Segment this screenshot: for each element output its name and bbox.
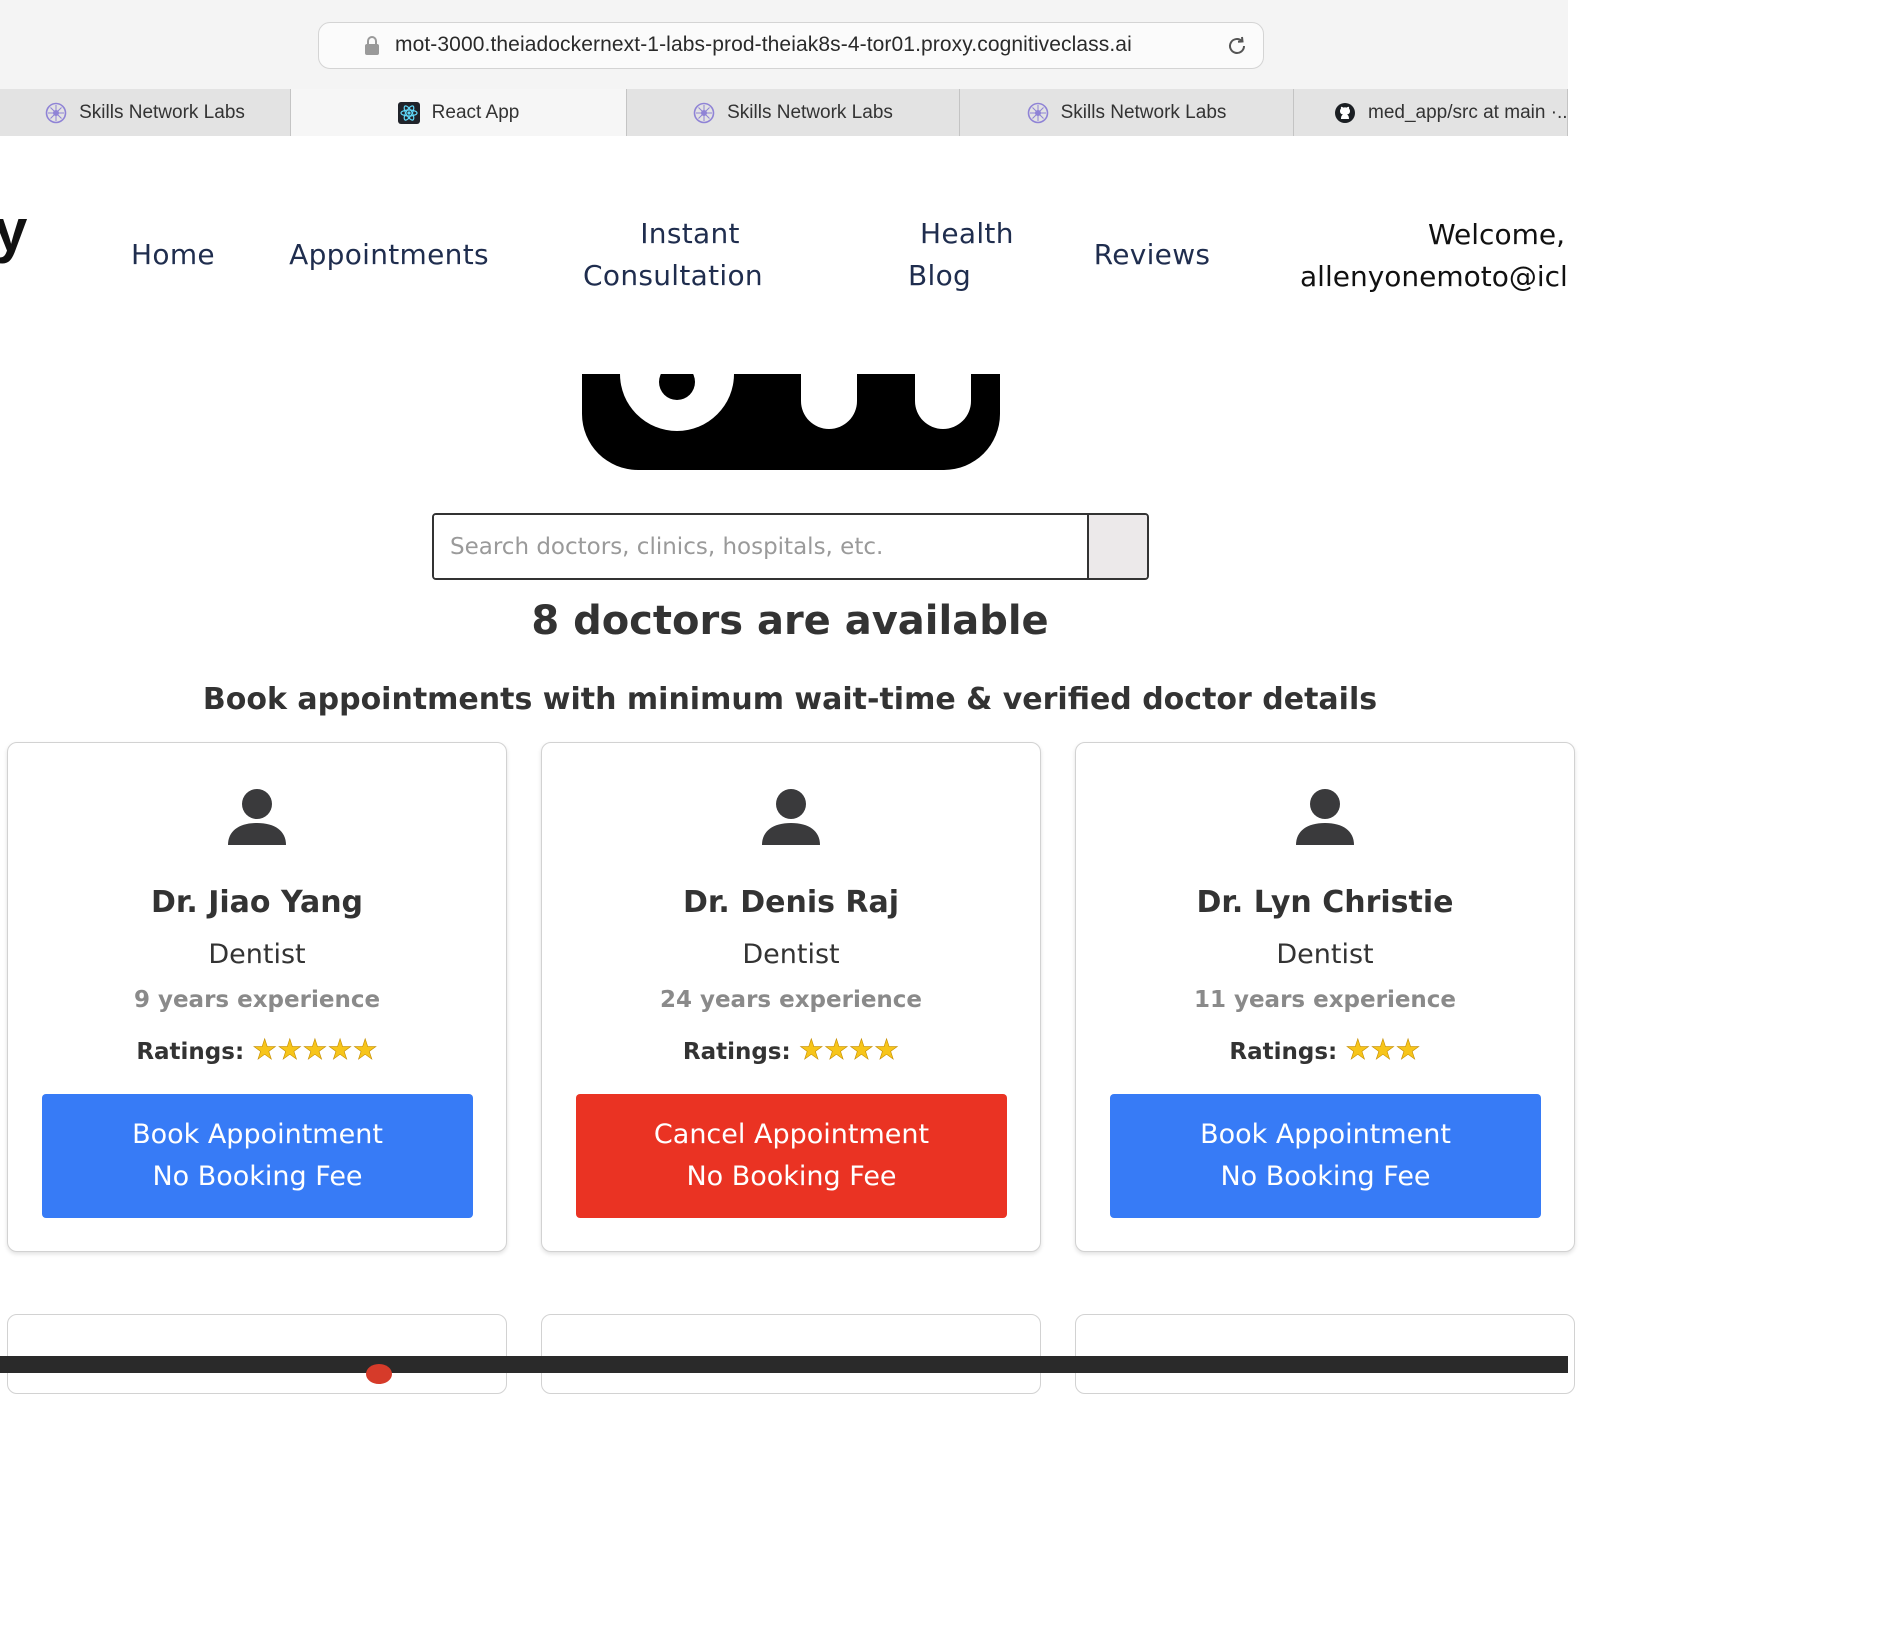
page-content: y Home Appointments Instant Consultation… [0, 136, 1575, 1394]
user-email: allenyonemoto@icl [1300, 260, 1568, 293]
github-icon [1335, 102, 1355, 123]
nav-reviews[interactable]: Reviews [1090, 234, 1214, 276]
star-rating-icon: ★★★★ [798, 1033, 900, 1067]
tab-github[interactable]: med_app/src at main ·... [1294, 89, 1568, 136]
doctor-ratings: Ratings: ★★★★★ [8, 1033, 506, 1067]
doctors-available-heading: 8 doctors are available [531, 598, 1049, 644]
search-bar [432, 513, 1149, 580]
nav-label: Blog [908, 259, 972, 292]
dock-bar [0, 1356, 1568, 1373]
ratings-label: Ratings: [682, 1039, 791, 1065]
reload-icon[interactable] [1225, 34, 1249, 58]
welcome-message: Welcome, allenyonemoto@icl [1300, 214, 1600, 298]
doctor-name: Dr. Jiao Yang [150, 885, 364, 920]
doctor-card: Dr. Jiao Yang Dentist 9 years experience… [7, 742, 507, 1252]
tab-label: React App [431, 101, 520, 123]
doctor-avatar-icon [228, 789, 286, 845]
nav-instant-consultation[interactable]: Instant Consultation [578, 213, 768, 297]
tab-label: med_app/src at main ·... [1368, 101, 1568, 123]
button-label: Book Appointment [1200, 1119, 1451, 1150]
button-sublabel: No Booking Fee [686, 1161, 897, 1192]
doctor-experience: 24 years experience [659, 987, 923, 1013]
doctor-ratings: Ratings: ★★★★ [542, 1033, 1040, 1067]
tab-label: Skills Network Labs [79, 101, 245, 123]
dock-app-icon[interactable] [366, 1364, 392, 1384]
star-rating-icon: ★★★★★ [252, 1033, 378, 1067]
nav-label: Health [920, 217, 1014, 250]
book-appointment-button[interactable]: Book Appointment No Booking Fee [1110, 1094, 1541, 1218]
skills-network-icon [45, 102, 67, 123]
browser-toolbar: mot-3000.theiadockernext-1-labs-prod-the… [0, 0, 1568, 89]
lock-icon [365, 36, 379, 55]
doctor-card [1075, 1314, 1575, 1394]
doctor-name: Dr. Lyn Christie [1196, 885, 1454, 920]
tab-bar: Skills Network Labs React App Skills Net… [0, 89, 1568, 136]
tab-label: Skills Network Labs [1060, 101, 1227, 123]
doctor-ratings: Ratings: ★★★ [1076, 1033, 1574, 1067]
hero-illustration [582, 374, 1000, 470]
url-text: mot-3000.theiadockernext-1-labs-prod-the… [395, 33, 1132, 56]
doctor-speciality: Dentist [208, 939, 306, 970]
ratings-label: Ratings: [1229, 1039, 1338, 1065]
nav-home[interactable]: Home [120, 234, 226, 276]
search-button[interactable] [1087, 515, 1147, 578]
doctor-card: Dr. Lyn Christie Dentist 11 years experi… [1075, 742, 1575, 1252]
doctor-card [541, 1314, 1041, 1394]
nav-health-blog[interactable]: Health Blog [900, 213, 1018, 297]
tab-skills-network-2[interactable]: Skills Network Labs [627, 89, 960, 136]
tab-skills-network-3[interactable]: Skills Network Labs [960, 89, 1294, 136]
tab-react-app[interactable]: React App [291, 89, 627, 136]
doctor-experience: 9 years experience [133, 987, 381, 1013]
doctor-experience: 11 years experience [1193, 987, 1457, 1013]
star-rating-icon: ★★★ [1345, 1033, 1421, 1067]
button-label: Cancel Appointment [653, 1119, 930, 1150]
doctor-name: Dr. Denis Raj [682, 885, 900, 920]
button-sublabel: No Booking Fee [152, 1161, 363, 1192]
search-input[interactable] [434, 515, 1087, 578]
button-label: Book Appointment [132, 1119, 383, 1150]
doctor-avatar-icon [1296, 789, 1354, 845]
site-logo[interactable]: y [0, 196, 27, 265]
tab-skills-network-1[interactable]: Skills Network Labs [0, 89, 291, 136]
doctor-card [7, 1314, 507, 1394]
welcome-label: Welcome, [1428, 218, 1565, 251]
tab-label: Skills Network Labs [727, 101, 893, 123]
ratings-label: Ratings: [136, 1039, 245, 1065]
doctor-card: Dr. Denis Raj Dentist 24 years experienc… [541, 742, 1041, 1252]
skills-network-icon [693, 102, 715, 123]
cancel-appointment-button[interactable]: Cancel Appointment No Booking Fee [576, 1094, 1007, 1218]
doctor-avatar-icon [762, 789, 820, 845]
doctor-speciality: Dentist [742, 939, 840, 970]
react-icon [397, 101, 420, 124]
address-bar[interactable]: mot-3000.theiadockernext-1-labs-prod-the… [318, 22, 1264, 69]
nav-appointments[interactable]: Appointments [286, 234, 492, 276]
nav-label: Instant [640, 217, 740, 250]
book-appointment-button[interactable]: Book Appointment No Booking Fee [42, 1094, 473, 1218]
doctor-speciality: Dentist [1276, 939, 1374, 970]
nav-label: Consultation [583, 259, 763, 292]
booking-subtitle: Book appointments with minimum wait-time… [202, 682, 1378, 717]
button-sublabel: No Booking Fee [1220, 1161, 1431, 1192]
skills-network-icon [1027, 102, 1048, 123]
